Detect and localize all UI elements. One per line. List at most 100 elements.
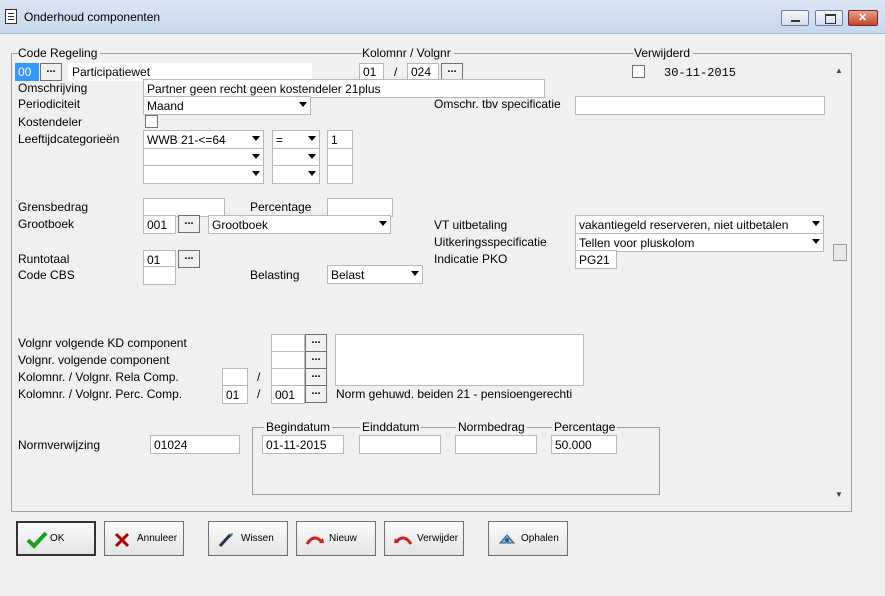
volgnr-kd-lookup-button[interactable]: ... — [305, 334, 327, 352]
volgnr-comp-lookup-button[interactable]: ... — [305, 351, 327, 369]
code-cbs-label: Code CBS — [18, 268, 75, 282]
einddatum-label: Einddatum — [360, 420, 422, 434]
eraser-brush-icon — [217, 531, 237, 547]
runtotaal-label: Runtotaal — [18, 252, 70, 266]
periodiciteit-select[interactable]: Maand — [143, 96, 311, 115]
rela-lookup-button[interactable]: ... — [305, 368, 327, 386]
leeftijd-cat-select-3[interactable] — [143, 165, 264, 184]
grensbedrag-label: Grensbedrag — [18, 200, 89, 214]
leeftijd-cat-value: WWB 21-<=64 — [147, 133, 226, 147]
perc-volg-input[interactable]: 001 — [271, 385, 305, 404]
leeftijd-cat-select-1[interactable]: WWB 21-<=64 — [143, 130, 264, 149]
rela-comp-label: Kolomnr. / Volgnr. Rela Comp. — [18, 370, 179, 384]
checkmark-icon — [26, 531, 48, 549]
minimize-button[interactable] — [781, 10, 809, 26]
nieuw-label: Nieuw — [329, 533, 357, 544]
einddatum-input[interactable] — [359, 435, 441, 454]
leeftijd-op-value: = — [276, 133, 284, 147]
ophalen-button[interactable]: Ophalen — [488, 521, 568, 556]
ophalen-label: Ophalen — [521, 533, 559, 544]
vt-uitbetaling-select[interactable]: vakantiegeld reserveren, niet uitbetalen — [575, 215, 824, 234]
perc-separator: / — [257, 387, 261, 401]
maximize-button[interactable] — [815, 10, 843, 26]
perc-kolom-input[interactable]: 01 — [222, 385, 248, 404]
indicatie-pko-label: Indicatie PKO — [434, 252, 508, 266]
ok-button[interactable]: OK — [16, 521, 96, 556]
verwijderd-label: Verwijderd — [634, 46, 694, 60]
chevron-down-icon — [411, 271, 419, 276]
chevron-down-icon — [812, 221, 820, 226]
annuleer-label: Annuleer — [137, 533, 178, 544]
grootboek-code-input[interactable]: 001 — [143, 215, 176, 234]
normverwijzing-label: Normverwijzing — [18, 438, 101, 452]
chevron-down-icon — [379, 221, 387, 226]
leeftijd-num-input-1[interactable]: 1 — [327, 130, 353, 149]
annuleer-button[interactable]: Annuleer — [104, 521, 184, 556]
percentage2-input[interactable]: 50.000 — [551, 435, 617, 454]
regeling-lookup-button[interactable]: ... — [40, 63, 62, 81]
vertical-scrollbar[interactable] — [831, 64, 849, 505]
vt-uitbetaling-value: vakantiegeld reserveren, niet uitbetalen — [579, 218, 789, 232]
grootboek-label: Grootboek — [18, 217, 75, 231]
nieuw-button[interactable]: Nieuw — [296, 521, 376, 556]
ok-label: OK — [50, 533, 65, 544]
indicatie-pko-input[interactable]: PG21 — [575, 250, 617, 269]
fetch-icon — [497, 531, 517, 547]
regeling-code-field[interactable]: 00 — [15, 63, 39, 81]
normverwijzing-input[interactable]: 01024 — [150, 435, 240, 454]
chevron-down-icon — [299, 102, 307, 107]
volgnr-kd-label: Volgnr volgende KD component — [18, 336, 187, 350]
percentage2-label: Percentage — [552, 420, 618, 434]
grootboek-select[interactable]: Grootboek — [208, 215, 391, 234]
new-arrow-icon — [305, 531, 325, 547]
chevron-down-icon — [812, 239, 820, 244]
begindatum-input[interactable]: 01-11-2015 — [262, 435, 344, 454]
scroll-thumb[interactable] — [833, 244, 847, 261]
periodiciteit-value: Maand — [147, 99, 184, 113]
grootboek-lookup-button[interactable]: ... — [178, 215, 200, 233]
belasting-value: Belast — [331, 268, 365, 282]
document-icon — [5, 9, 17, 24]
chevron-down-icon — [308, 154, 316, 159]
chevron-down-icon — [308, 171, 316, 176]
grootboek-name-value: Grootboek — [212, 218, 269, 232]
volgnr-description-box — [335, 334, 584, 386]
belasting-select[interactable]: Belast — [327, 265, 423, 284]
leeftijd-op-select-3[interactable] — [272, 165, 320, 184]
periodiciteit-label: Periodiciteit — [18, 97, 81, 111]
chevron-down-icon — [252, 136, 260, 141]
omschrijving-label: Omschrijving — [18, 81, 88, 95]
kostendeler-checkbox[interactable] — [145, 115, 158, 128]
verwijderd-date: 30-11-2015 — [664, 66, 737, 80]
leeftijd-num-input-3[interactable] — [327, 165, 353, 184]
normbedrag-input[interactable] — [455, 435, 537, 454]
kolomnr-volgnr-label: Kolomnr / Volgnr — [362, 46, 454, 60]
kolom-separator: / — [394, 65, 398, 79]
vt-uitbetaling-label: VT uitbetaling — [434, 218, 508, 232]
uitkeringsspec-value: Tellen voor pluskolom — [579, 236, 695, 250]
begindatum-label: Begindatum — [264, 420, 333, 434]
close-button[interactable] — [848, 10, 878, 26]
chevron-down-icon — [308, 136, 316, 141]
rela-separator: / — [257, 370, 261, 384]
wissen-button[interactable]: Wissen — [208, 521, 288, 556]
verwijder-button[interactable]: Verwijder — [384, 521, 464, 556]
chevron-down-icon — [252, 154, 260, 159]
leeftijd-op-select-1[interactable]: = — [272, 130, 320, 149]
window-title: Onderhoud componenten — [24, 10, 161, 24]
percentage-label: Percentage — [250, 200, 312, 214]
cancel-x-icon — [113, 531, 133, 547]
code-cbs-input[interactable] — [143, 266, 176, 285]
verwijderd-checkbox[interactable] — [632, 65, 645, 78]
scroll-down-icon[interactable]: ▼ — [835, 490, 843, 499]
verwijder-label: Verwijder — [417, 533, 459, 544]
scroll-up-icon[interactable]: ▲ — [835, 66, 843, 75]
kostendeler-label: Kostendeler — [18, 115, 83, 129]
normbedrag-label: Normbedrag — [456, 420, 527, 434]
runtotaal-lookup-button[interactable]: ... — [178, 250, 200, 268]
perc-lookup-button[interactable]: ... — [305, 385, 327, 403]
omschr-spec-input[interactable] — [575, 96, 825, 115]
code-regeling-label: Code Regeling — [18, 46, 101, 60]
norm-description: Norm gehuwd. beiden 21 - pensioengerecht… — [336, 387, 573, 401]
chevron-down-icon — [252, 171, 260, 176]
